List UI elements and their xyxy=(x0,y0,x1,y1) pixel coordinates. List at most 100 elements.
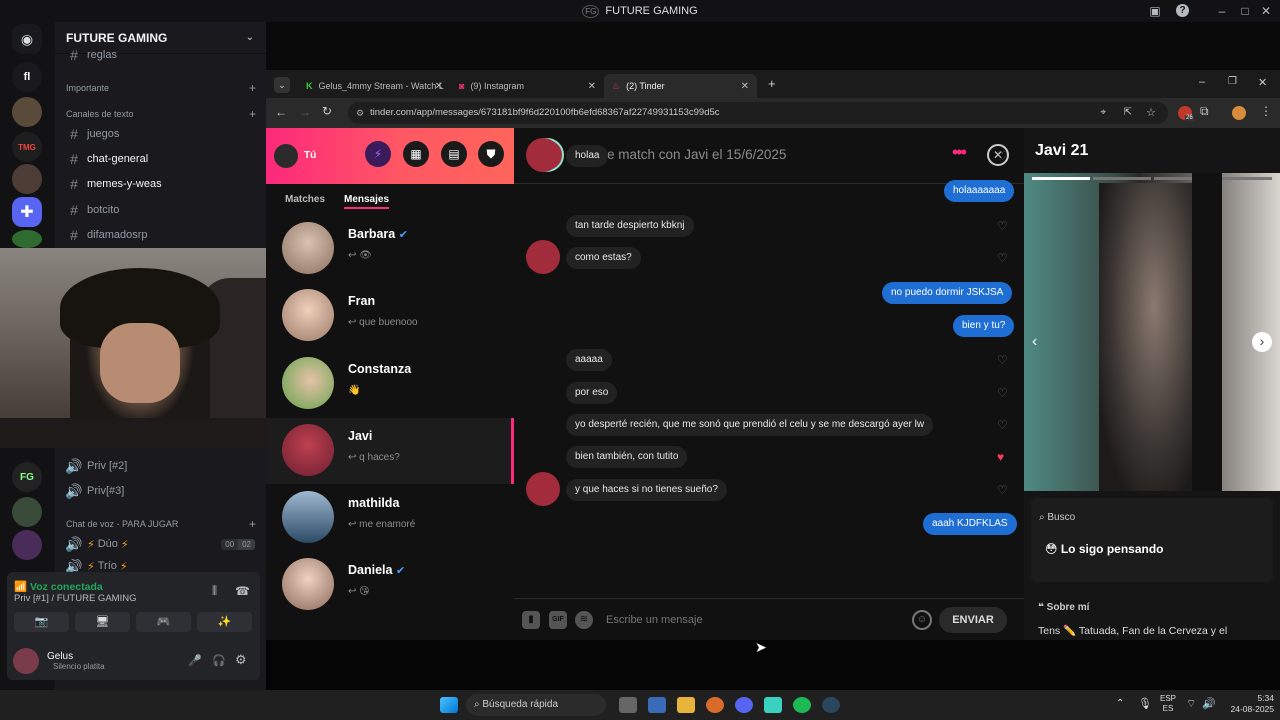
tab-twitch[interactable]: K Gelus_4mmy Stream - Watch L ✕ xyxy=(298,74,451,98)
like-heart-icon[interactable]: ♡ xyxy=(997,353,1008,367)
sender-avatar[interactable] xyxy=(526,240,560,274)
conversation-fran[interactable]: Fran ↩ que buenooo xyxy=(266,283,514,349)
add-channel-icon[interactable]: + xyxy=(249,81,256,95)
clock[interactable]: 5:34 24-08-2025 xyxy=(1222,693,1274,715)
received-message[interactable]: aaaaa xyxy=(566,349,612,371)
server-fg-icon[interactable]: FG xyxy=(12,462,42,492)
reload-icon[interactable]: ↻ xyxy=(322,104,332,118)
profile-avatar-icon[interactable] xyxy=(1232,106,1246,120)
screen-share-button[interactable]: 🖥 xyxy=(75,612,130,632)
sent-message[interactable]: aaah KJDFKLAS xyxy=(923,513,1017,535)
disconnect-icon[interactable]: ☎ xyxy=(235,584,250,598)
received-message[interactable]: por eso xyxy=(566,382,618,404)
boost-button[interactable]: ⚡ xyxy=(365,141,391,167)
soundboard-button[interactable]: ✨ xyxy=(197,612,252,632)
volume-icon[interactable]: 🔊 xyxy=(1202,697,1216,710)
bookmark-star-icon[interactable]: ☆ xyxy=(1146,102,1156,124)
like-heart-icon[interactable]: ♡ xyxy=(997,149,1008,163)
help-icon[interactable]: ? xyxy=(1176,4,1189,17)
sent-message[interactable]: no puedo dormir JSKJSA xyxy=(882,282,1013,304)
close-tab-icon[interactable]: ✕ xyxy=(741,81,749,92)
my-profile-label[interactable]: Tú xyxy=(304,150,316,161)
like-heart-icon[interactable]: ♡ xyxy=(997,386,1008,400)
conversation-constanza[interactable]: Constanza 👋 xyxy=(266,351,514,417)
forward-icon[interactable]: → xyxy=(299,105,311,119)
sent-message[interactable]: bien y tu? xyxy=(953,315,1015,337)
close-tab-icon[interactable]: ✕ xyxy=(588,81,596,92)
briefcase-button[interactable]: ▤ xyxy=(441,141,467,167)
received-message[interactable]: bien también, con tutito xyxy=(566,446,688,468)
video-button[interactable]: 📷 xyxy=(14,612,69,632)
task-view-icon[interactable] xyxy=(619,697,637,713)
add-channel-icon[interactable]: + xyxy=(249,107,256,121)
received-message[interactable]: holaa xyxy=(566,145,609,167)
discord-home-icon[interactable]: ◉ xyxy=(12,24,42,54)
voice-channel-duo[interactable]: 🔊 ⚡ Dúo ⚡ 00 02 xyxy=(65,533,255,555)
server-tmg-icon[interactable]: TMG xyxy=(12,132,42,162)
sent-message[interactable]: holaaaaaaa xyxy=(944,180,1015,202)
profile-photo[interactable]: ‹ › xyxy=(1024,173,1280,491)
category-voice[interactable]: Chat de voz - PARA JUGAR + xyxy=(66,517,256,531)
channel-memes-y-weas[interactable]: # memes-y-weas xyxy=(65,173,255,195)
new-tab-icon[interactable]: + xyxy=(768,76,776,91)
spotify-app-icon[interactable] xyxy=(793,697,811,713)
browser-menu-icon[interactable]: ⋮ xyxy=(1260,104,1272,118)
channel-juegos[interactable]: # juegos xyxy=(65,123,255,145)
start-windows-icon[interactable] xyxy=(440,697,458,713)
back-icon[interactable]: ← xyxy=(275,105,287,119)
close-tab-icon[interactable]: ✕ xyxy=(435,81,443,92)
file-explorer-icon[interactable] xyxy=(677,697,695,713)
safety-shield-button[interactable]: ⛊ xyxy=(478,141,504,167)
received-message[interactable]: yo desperté recién, que me sonó que pren… xyxy=(566,414,934,436)
category-text-channels[interactable]: Canales de texto + xyxy=(66,107,256,121)
my-avatar[interactable] xyxy=(274,144,298,168)
minimize-icon[interactable]: – xyxy=(1199,76,1205,88)
add-server-icon[interactable]: ✚ xyxy=(12,197,42,227)
server-face-icon[interactable] xyxy=(12,164,42,194)
site-info-icon[interactable]: ⚙ xyxy=(356,102,364,124)
received-message[interactable]: como estas? xyxy=(566,247,641,269)
photo-next-icon[interactable]: › xyxy=(1252,332,1272,352)
channel-difamadosrp[interactable]: # difamadosrp xyxy=(65,224,255,246)
received-message[interactable]: tan tarde despierto kbknj xyxy=(566,215,694,237)
discord-app-icon[interactable] xyxy=(735,697,753,713)
message-input[interactable] xyxy=(606,609,896,631)
channel-chat-general[interactable]: # chat-general xyxy=(65,148,255,170)
chat-app-icon[interactable] xyxy=(764,697,782,713)
channel-reglas[interactable]: # reglas xyxy=(65,48,255,62)
tab-instagram[interactable]: ◙ (9) Instagram ✕ xyxy=(451,74,604,98)
tab-messages[interactable]: Mensajes xyxy=(344,194,390,209)
photo-prev-icon[interactable]: ‹ xyxy=(1032,333,1037,351)
server-fl-icon[interactable]: fl xyxy=(12,62,42,92)
like-heart-icon[interactable]: ♡ xyxy=(997,251,1008,265)
more-options-icon[interactable]: ••• xyxy=(952,142,967,163)
tray-chevron-icon[interactable]: ⌃ xyxy=(1116,698,1124,709)
category-important[interactable]: Importante + xyxy=(66,81,256,95)
sender-avatar[interactable] xyxy=(526,472,560,506)
received-message[interactable]: y que haces si no tienes sueño? xyxy=(566,479,727,501)
microphone-icon[interactable]: 🎤 xyxy=(188,654,202,667)
emoji-picker-icon[interactable]: ☺ xyxy=(912,610,932,630)
channel-botcito[interactable]: # botcito xyxy=(65,199,255,221)
conversation-javi[interactable]: Javi ↩ q haces? xyxy=(266,418,514,484)
explore-button[interactable]: ▦ xyxy=(403,141,429,167)
taskbar-search[interactable]: ⌕ Búsqueda rápida xyxy=(466,694,606,716)
tab-search-icon[interactable]: ⌄ xyxy=(274,77,290,93)
location-icon[interactable]: ⌖ xyxy=(1100,102,1106,124)
like-heart-icon[interactable]: ♡ xyxy=(997,418,1008,432)
user-avatar[interactable] xyxy=(13,648,39,674)
voice-channel-priv3[interactable]: 🔊 Priv[#3] xyxy=(65,480,255,502)
server-avatar-icon[interactable] xyxy=(12,97,42,127)
language-indicator[interactable]: ESP ES xyxy=(1160,694,1176,714)
conversation-barbara[interactable]: Barbara ✔ ↩ 👁 xyxy=(266,216,514,282)
voice-channel-trio[interactable]: 🔊 ⚡ Trío ⚡ xyxy=(65,559,255,573)
sticker-icon[interactable]: ▮ xyxy=(522,611,540,629)
spotify-icon[interactable]: ≋ xyxy=(575,611,593,629)
install-app-icon[interactable]: ⇱ xyxy=(1124,102,1132,124)
tab-matches[interactable]: Matches xyxy=(285,194,325,205)
maximize-icon[interactable]: □ xyxy=(1237,3,1253,19)
sender-avatar[interactable] xyxy=(526,138,560,172)
tray-mic-icon[interactable]: 🎙 xyxy=(1138,697,1152,710)
voice-channel-priv2[interactable]: 🔊 Priv [#2] xyxy=(65,455,255,477)
inbox-icon[interactable]: ▣ xyxy=(1147,3,1163,19)
